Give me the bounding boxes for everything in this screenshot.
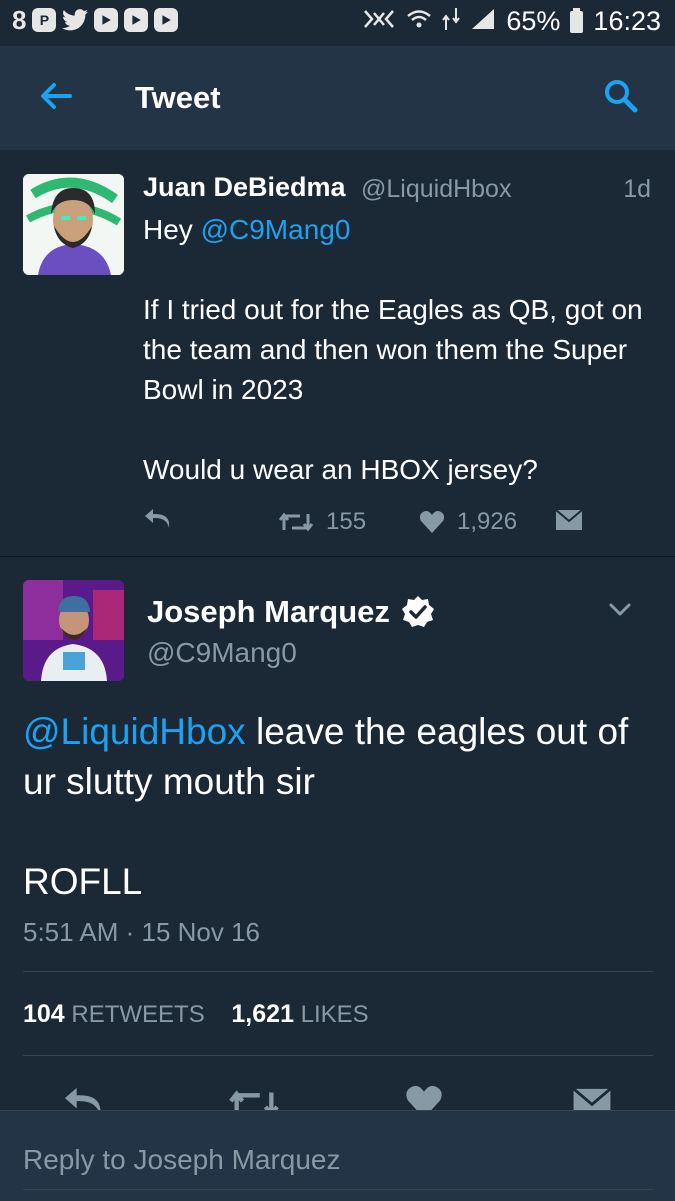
author-handle[interactable]: @C9Mang0	[147, 637, 297, 669]
youtube-icon	[94, 8, 119, 32]
like-button[interactable]: 1,926	[419, 508, 517, 536]
retweet-button[interactable]: 155	[278, 508, 366, 536]
message-button[interactable]	[555, 508, 583, 532]
battery-icon	[570, 7, 584, 33]
wifi-icon	[406, 7, 432, 36]
author-handle[interactable]: @LiquidHbox	[361, 175, 511, 204]
search-icon[interactable]	[601, 76, 641, 116]
author-name[interactable]: Juan DeBiedma	[143, 172, 346, 203]
tweet-text-prefix: Hey	[143, 214, 201, 245]
tweet-actions: 155 1,926	[143, 508, 643, 540]
retweet-count: 155	[326, 508, 367, 535]
tweet-time: 1d	[623, 175, 651, 203]
direct-message-icon	[555, 509, 583, 530]
status-bar: 8 P 65% 16:23	[0, 0, 675, 46]
tweet-paragraph: ROFLL	[23, 861, 143, 902]
parent-tweet[interactable]: Juan DeBiedma @LiquidHbox 1d Hey @C9Mang…	[0, 150, 675, 556]
system-icons: 65% 16:23	[362, 6, 661, 37]
youtube-icon	[154, 8, 179, 32]
pandora-icon: P	[32, 8, 57, 32]
reply-bar	[0, 1110, 675, 1201]
verified-badge-icon	[402, 596, 434, 627]
avatar[interactable]	[23, 174, 124, 275]
retweet-count: 104	[23, 1000, 65, 1028]
twitter-bird-icon	[62, 8, 89, 32]
signal-icon	[470, 7, 496, 36]
app-bar: Tweet	[0, 46, 675, 150]
divider	[0, 556, 675, 557]
notification-icons: 8 P	[12, 4, 179, 35]
reply-button[interactable]	[143, 508, 173, 532]
divider	[23, 971, 653, 972]
battery-percent: 65%	[506, 6, 561, 36]
chevron-down-icon[interactable]	[607, 596, 633, 622]
like-label: LIKES	[300, 1001, 369, 1028]
reply-icon[interactable]	[62, 1086, 106, 1110]
reply-icon	[145, 509, 170, 528]
retweet-icon[interactable]	[228, 1086, 280, 1110]
mention-link[interactable]: @C9Mang0	[201, 214, 351, 245]
like-count: 1,926	[457, 508, 518, 535]
back-arrow-icon[interactable]	[36, 76, 76, 116]
youtube-icon	[124, 8, 149, 32]
mention-link[interactable]: @LiquidHbox	[23, 711, 246, 752]
tweet-paragraph: Would u wear an HBOX jersey?	[143, 454, 538, 485]
tweet-text: Hey @C9Mang0 If I tried out for the Eagl…	[143, 210, 653, 490]
tweet-paragraph: If I tried out for the Eagles as QB, got…	[143, 294, 643, 405]
tweet-text: @LiquidHbox leave the eagles out of ur s…	[23, 707, 663, 907]
page-title: Tweet	[135, 80, 221, 115]
heart-icon	[419, 511, 445, 533]
like-count: 1,621	[231, 1000, 294, 1028]
retweet-label: RETWEETS	[71, 1001, 205, 1028]
nfc-icon	[362, 7, 396, 36]
reply-input[interactable]	[23, 1139, 653, 1181]
heart-icon[interactable]	[405, 1084, 443, 1110]
retweet-icon	[278, 512, 314, 532]
avatar[interactable]	[23, 580, 124, 681]
main-tweet-actions	[0, 1080, 675, 1110]
likes-stat[interactable]: 1,621 LIKES	[231, 1000, 369, 1028]
divider	[23, 1055, 653, 1056]
author-name[interactable]: Joseph Marquez	[147, 594, 390, 630]
direct-message-icon[interactable]	[572, 1086, 612, 1110]
data-4g-icon	[442, 6, 461, 37]
retweets-stat[interactable]: 104 RETWEETS	[23, 1000, 205, 1028]
tweet-timestamp: 5:51 AM · 15 Nov 16	[23, 917, 261, 947]
app-8-icon: 8	[12, 4, 27, 35]
reply-underline	[23, 1189, 653, 1190]
tweet-stats: 104 RETWEETS 1,621 LIKES	[23, 1000, 369, 1029]
clock: 16:23	[593, 6, 661, 36]
